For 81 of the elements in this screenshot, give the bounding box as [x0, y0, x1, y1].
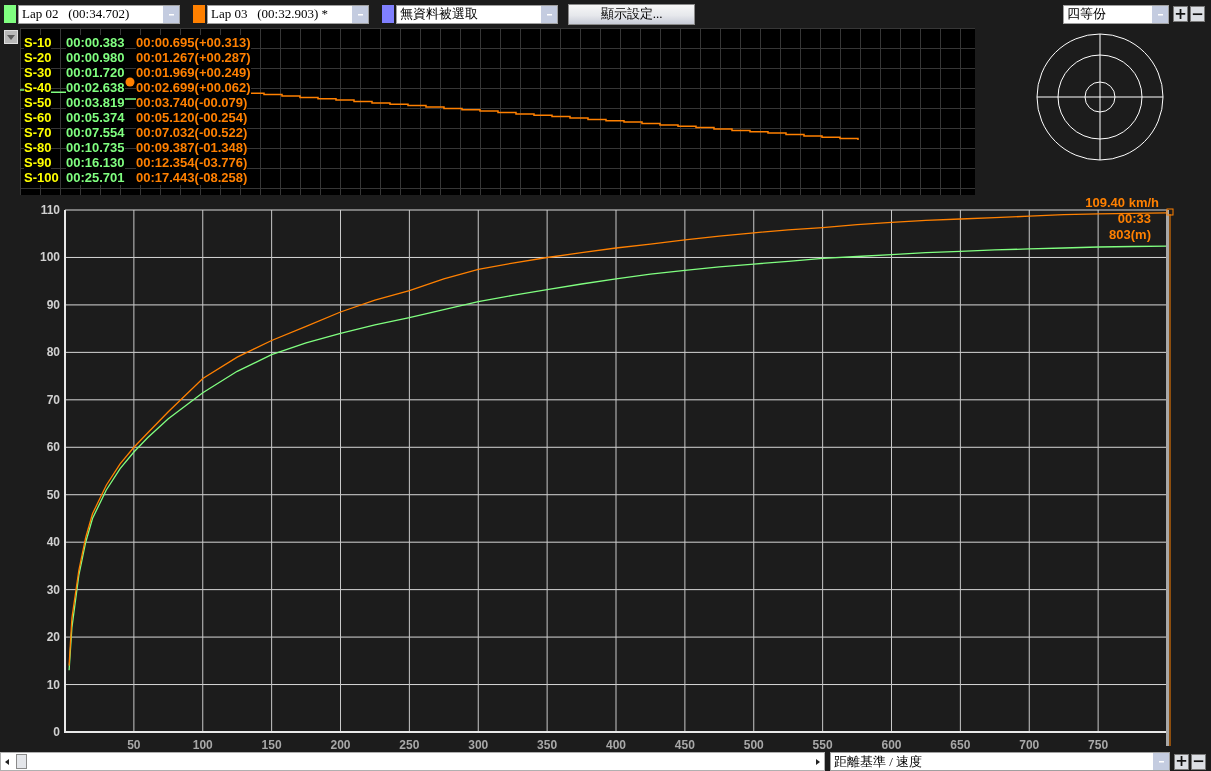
- caret-icon[interactable]: [352, 5, 368, 23]
- axis-tick-label: 500: [743, 738, 764, 752]
- speed-readout: 109.40 km/h: [1085, 195, 1159, 210]
- axis-tick-label: 600: [881, 738, 902, 752]
- axis-tick-label: 90: [46, 297, 60, 312]
- lap-select[interactable]: 無資料被選取: [396, 4, 558, 24]
- split-time-delta: 00:09.387(-01.348): [136, 140, 248, 155]
- split-time: 00:25.701: [66, 170, 125, 185]
- axis-tick-label: 400: [606, 738, 626, 752]
- split-label: S-40: [24, 80, 52, 95]
- cursor-line[interactable]: [1166, 208, 1174, 747]
- caret-icon[interactable]: [1152, 5, 1168, 23]
- axis-tick-label: 20: [46, 630, 60, 645]
- axis-tick-label: 70: [46, 392, 60, 407]
- axis-tick-label: 100: [192, 738, 213, 752]
- axis-tick-label: 300: [468, 738, 489, 752]
- axis-tick-label: 110: [40, 203, 60, 217]
- axis-tick-label: 750: [1088, 738, 1109, 752]
- split-label: S-30: [24, 65, 52, 80]
- axis-tick-label: 700: [1019, 738, 1040, 752]
- split-label: S-10: [24, 35, 52, 50]
- split-time-delta: 00:12.354(-03.776): [136, 155, 248, 170]
- collapse-toggle-icon[interactable]: [4, 30, 18, 44]
- axis-tick-label: 50: [46, 487, 60, 502]
- display-settings-button[interactable]: 顯示設定...: [568, 3, 695, 25]
- zoom-out-button[interactable]: −: [1190, 6, 1205, 22]
- split-time: 00:05.374: [66, 110, 125, 125]
- split-time: 00:00.980: [66, 50, 125, 65]
- time-readout: 00:33: [1117, 211, 1151, 226]
- split-time: 00:07.554: [66, 125, 125, 140]
- axis-tick-label: 100: [39, 250, 60, 265]
- axis-tick-label: 0: [53, 725, 60, 739]
- horizontal-scrollbar[interactable]: [0, 752, 825, 771]
- split-label: S-60: [24, 110, 52, 125]
- axis-tick-label: 10: [46, 677, 60, 692]
- axis-tick-label: 80: [46, 345, 60, 360]
- split-label: S-50: [24, 95, 52, 110]
- lap-select[interactable]: Lap 02 (00:34.702): [18, 4, 180, 24]
- split-time-delta: 00:05.120(-00.254): [136, 110, 248, 125]
- split-time: 00:00.383: [66, 35, 125, 50]
- scrollbar-thumb[interactable]: [16, 754, 27, 769]
- axis-tick-label: 50: [127, 738, 141, 752]
- caret-icon[interactable]: [163, 5, 179, 23]
- zoom-out-button[interactable]: −: [1191, 753, 1206, 770]
- split-time-delta: 00:01.267(+00.287): [136, 50, 251, 65]
- split-label: S-100: [24, 170, 59, 185]
- axis-tick-label: 200: [330, 738, 351, 752]
- axis-tick-label: 450: [674, 738, 695, 752]
- split-time: 00:16.130: [66, 155, 125, 170]
- split-time: 00:10.735: [66, 140, 125, 155]
- distance-readout: 803(m): [1109, 227, 1151, 242]
- split-select[interactable]: 四等份: [1063, 4, 1169, 24]
- caret-icon[interactable]: [1153, 753, 1169, 770]
- axis-tick-label: 650: [950, 738, 971, 752]
- split-label: S-90: [24, 155, 52, 170]
- zoom-in-button[interactable]: +: [1173, 6, 1188, 22]
- axis-select[interactable]: 距離基準 / 速度: [830, 752, 1170, 771]
- split-label: S-80: [24, 140, 52, 155]
- axis-tick-label: 60: [46, 440, 60, 455]
- split-label: S-70: [24, 125, 52, 140]
- split-time-delta: 00:01.969(+00.249): [136, 65, 251, 80]
- split-time-delta: 00:02.699(+00.062): [136, 80, 251, 95]
- axis-tick-label: 250: [399, 738, 420, 752]
- split-time: 00:02.638: [66, 80, 125, 95]
- split-time: 00:01.720: [66, 65, 125, 80]
- concentric-circles-icon: [1036, 33, 1164, 161]
- split-label: S-20: [24, 50, 52, 65]
- axis-tick-label: 40: [46, 535, 60, 550]
- caret-icon[interactable]: [541, 5, 557, 23]
- axis-tick-label: 350: [537, 738, 558, 752]
- lap-select[interactable]: Lap 03 (00:32.903) *: [207, 4, 369, 24]
- split-time: 00:03.819: [66, 95, 125, 110]
- zoom-in-button[interactable]: +: [1174, 753, 1189, 770]
- split-time-delta: 00:03.740(-00.079): [136, 95, 248, 110]
- marker-dot-icon: [125, 77, 135, 87]
- split-time-delta: 00:00.695(+00.313): [136, 35, 251, 50]
- axis-tick-label: 30: [46, 582, 60, 597]
- axis-tick-label: 550: [812, 738, 833, 752]
- axis-tick-label: 150: [261, 738, 282, 752]
- split-time-delta: 00:17.443(-08.258): [136, 170, 248, 185]
- split-time-delta: 00:07.032(-00.522): [136, 125, 248, 140]
